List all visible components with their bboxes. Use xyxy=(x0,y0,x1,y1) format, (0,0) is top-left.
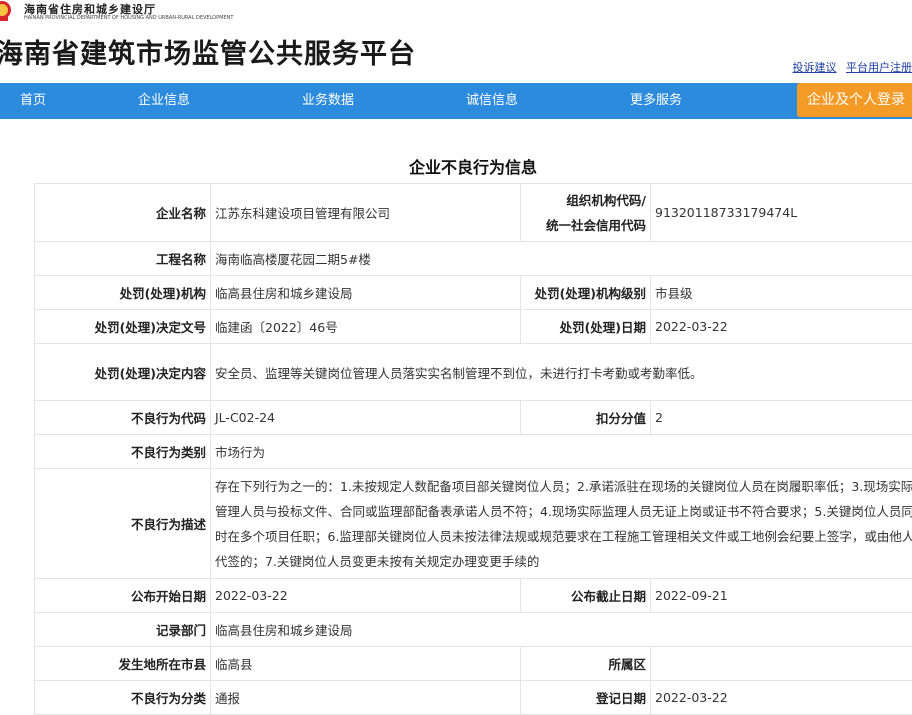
company-name-value: 江苏东科建设项目管理有限公司 xyxy=(211,184,521,242)
department-name-en: HAINAN PROVINCIAL DEPARTMENT OF HOUSING … xyxy=(24,15,233,21)
city-label: 发生地所在市县 xyxy=(35,647,211,681)
table-row: 处罚(处理)机构 临高县住房和城乡建设局 处罚(处理)机构级别 市县级 xyxy=(35,276,912,310)
district-label: 所属区 xyxy=(521,647,651,681)
page-title: 企业不良行为信息 xyxy=(0,154,912,178)
authority-value: 临高县住房和城乡建设局 xyxy=(211,276,521,310)
national-emblem-icon xyxy=(0,0,12,22)
behavior-code-label: 不良行为代码 xyxy=(35,401,211,435)
record-department-label: 记录部门 xyxy=(35,613,211,647)
table-row: 不良行为类别 市场行为 xyxy=(35,435,912,469)
org-code-value: 91320118733179474L xyxy=(651,184,912,242)
decision-content-value: 安全员、监理等关键岗位管理人员落实实名制管理不到位，未进行打卡考勤或考勤率低。 xyxy=(211,344,912,401)
table-row: 处罚(处理)决定文号 临建函〔2022〕46号 处罚(处理)日期 2022-03… xyxy=(35,310,912,344)
table-row: 发生地所在市县 临高县 所属区 xyxy=(35,647,912,681)
nav-credit-info[interactable]: 诚信信息 xyxy=(466,83,518,119)
table-row: 不良行为描述 存在下列行为之一的：1.未按规定人数配备项目部关键岗位人员；2.承… xyxy=(35,469,912,579)
table-row: 企业名称 江苏东科建设项目管理有限公司 组织机构代码/ 统一社会信用代码 913… xyxy=(35,184,912,242)
nav-more-services[interactable]: 更多服务 xyxy=(630,83,682,119)
district-value xyxy=(651,647,912,681)
register-date-label: 登记日期 xyxy=(521,681,651,715)
org-code-label-line1: 组织机构代码/ xyxy=(566,193,646,208)
decision-number-label: 处罚(处理)决定文号 xyxy=(35,310,211,344)
behavior-category-value: 市场行为 xyxy=(211,435,912,469)
nav-home[interactable]: 首页 xyxy=(20,83,46,119)
decision-number-value: 临建函〔2022〕46号 xyxy=(211,310,521,344)
table-row: 不良行为代码 JL-C02-24 扣分分值 2 xyxy=(35,401,912,435)
org-code-label: 组织机构代码/ 统一社会信用代码 xyxy=(521,184,651,242)
top-links: 投诉建议 平台用户注册 xyxy=(787,59,912,75)
authority-level-label: 处罚(处理)机构级别 xyxy=(521,276,651,310)
login-button[interactable]: 企业及个人登录 xyxy=(797,83,912,117)
authority-label: 处罚(处理)机构 xyxy=(35,276,211,310)
org-code-label-line2: 统一社会信用代码 xyxy=(546,218,646,233)
behavior-class-label: 不良行为分类 xyxy=(35,681,211,715)
company-name-label: 企业名称 xyxy=(35,184,211,242)
publish-end-value: 2022-09-21 xyxy=(651,579,912,613)
deduction-points-value: 2 xyxy=(651,401,912,435)
nav-business-data[interactable]: 业务数据 xyxy=(302,83,354,119)
register-date-value: 2022-03-22 xyxy=(651,681,912,715)
authority-level-value: 市县级 xyxy=(651,276,912,310)
penalty-date-value: 2022-03-22 xyxy=(651,310,912,344)
decision-content-label: 处罚(处理)决定内容 xyxy=(35,344,211,401)
penalty-date-label: 处罚(处理)日期 xyxy=(521,310,651,344)
deduction-points-label: 扣分分值 xyxy=(521,401,651,435)
behavior-description-value: 存在下列行为之一的：1.未按规定人数配备项目部关键岗位人员；2.承诺派驻在现场的… xyxy=(211,469,912,579)
publish-start-label: 公布开始日期 xyxy=(35,579,211,613)
bad-behavior-table: 企业名称 江苏东科建设项目管理有限公司 组织机构代码/ 统一社会信用代码 913… xyxy=(34,183,912,715)
complaint-link[interactable]: 投诉建议 xyxy=(793,61,837,74)
publish-end-label: 公布截止日期 xyxy=(521,579,651,613)
department-header: 海南省住房和城乡建设厅 HAINAN PROVINCIAL DEPARTMENT… xyxy=(0,0,912,24)
nav-company-info[interactable]: 企业信息 xyxy=(138,83,190,119)
table-row: 不良行为分类 通报 登记日期 2022-03-22 xyxy=(35,681,912,715)
city-value: 临高县 xyxy=(211,647,521,681)
main-navigation: 首页 企业信息 业务数据 诚信信息 更多服务 xyxy=(0,83,912,119)
behavior-class-value: 通报 xyxy=(211,681,521,715)
table-row: 工程名称 海南临高楼厦花园二期5#楼 xyxy=(35,242,912,276)
site-title: 海南省建筑市场监管公共服务平台 xyxy=(0,32,416,71)
publish-start-value: 2022-03-22 xyxy=(211,579,521,613)
table-row: 处罚(处理)决定内容 安全员、监理等关键岗位管理人员落实实名制管理不到位，未进行… xyxy=(35,344,912,401)
behavior-category-label: 不良行为类别 xyxy=(35,435,211,469)
table-row: 记录部门 临高县住房和城乡建设局 xyxy=(35,613,912,647)
behavior-description-label: 不良行为描述 xyxy=(35,469,211,579)
register-link[interactable]: 平台用户注册 xyxy=(846,61,912,74)
behavior-code-value: JL-C02-24 xyxy=(211,401,521,435)
project-name-value: 海南临高楼厦花园二期5#楼 xyxy=(211,242,912,276)
record-department-value: 临高县住房和城乡建设局 xyxy=(211,613,912,647)
project-name-label: 工程名称 xyxy=(35,242,211,276)
table-row: 公布开始日期 2022-03-22 公布截止日期 2022-09-21 xyxy=(35,579,912,613)
